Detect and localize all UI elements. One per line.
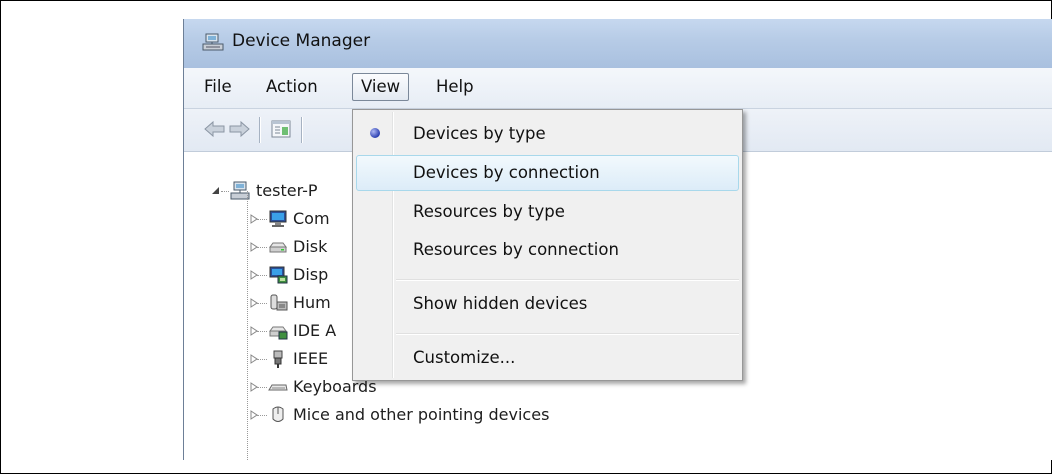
menu-item-devices-by-connection[interactable]: Devices by connection xyxy=(356,155,739,191)
tree-item-label: IEEE xyxy=(293,349,329,368)
view-dropdown-menu: Devices by type Devices by connection Re… xyxy=(352,109,743,381)
disk-drive-icon xyxy=(269,242,287,253)
tree-connector xyxy=(257,415,267,416)
tree-item-label: Disk xyxy=(293,237,328,256)
keyboard-icon xyxy=(268,384,288,391)
tree-connector xyxy=(257,303,267,304)
title-bar[interactable]: Device Manager xyxy=(184,19,1052,68)
menu-item-resources-by-type[interactable]: Resources by type xyxy=(356,194,739,230)
tree-item-label: Disp xyxy=(293,265,329,284)
window-title: Device Manager xyxy=(232,31,371,51)
device-manager-icon xyxy=(202,33,224,51)
tree-item-label: Com xyxy=(293,209,330,228)
tree-connector xyxy=(257,331,267,332)
tree-item-label: Hum xyxy=(293,293,331,312)
radio-selected-icon xyxy=(370,128,380,138)
tree-connector xyxy=(257,275,267,276)
menu-separator xyxy=(396,333,739,335)
menu-item-label: Show hidden devices xyxy=(413,294,588,313)
menu-item-label: Customize... xyxy=(413,348,516,367)
menu-item-label: Resources by connection xyxy=(413,240,619,259)
tree-connector xyxy=(257,387,267,388)
menu-separator xyxy=(396,279,739,281)
menu-action[interactable]: Action xyxy=(266,74,318,100)
ieee1394-plug-icon xyxy=(273,350,283,368)
menu-item-customize[interactable]: Customize... xyxy=(356,340,739,376)
back-arrow-icon[interactable] xyxy=(204,119,226,139)
menu-help[interactable]: Help xyxy=(436,74,474,100)
tree-item[interactable]: Mice and other pointing devices xyxy=(248,401,848,429)
menu-item-label: Resources by type xyxy=(413,202,565,221)
forward-arrow-icon[interactable] xyxy=(228,119,250,139)
menu-item-devices-by-type[interactable]: Devices by type xyxy=(356,116,739,152)
ide-controller-icon xyxy=(269,326,288,340)
menu-item-show-hidden-devices[interactable]: Show hidden devices xyxy=(356,286,739,322)
properties-icon[interactable] xyxy=(270,118,292,140)
tree-item-label: Mice and other pointing devices xyxy=(293,405,550,424)
menu-file[interactable]: File xyxy=(204,74,232,100)
display-adapter-icon xyxy=(269,266,288,284)
toolbar-separator xyxy=(259,117,261,143)
tree-connector xyxy=(221,191,229,192)
menu-item-label: Devices by connection xyxy=(413,163,600,182)
tree-connector xyxy=(257,247,267,248)
human-interface-device-icon xyxy=(270,294,288,311)
mouse-icon xyxy=(272,406,284,422)
tree-connector xyxy=(257,219,267,220)
toolbar-separator xyxy=(301,117,303,143)
tree-connector xyxy=(257,359,267,360)
menu-item-resources-by-connection[interactable]: Resources by connection xyxy=(356,232,739,268)
tree-item-label: IDE A xyxy=(293,321,337,340)
menu-bar: File Action View Help xyxy=(184,68,1052,109)
computer-monitor-icon xyxy=(269,210,287,227)
tree-root-label: tester-P xyxy=(256,181,318,200)
menu-item-label: Devices by type xyxy=(413,124,546,143)
menu-view[interactable]: View xyxy=(352,73,410,101)
